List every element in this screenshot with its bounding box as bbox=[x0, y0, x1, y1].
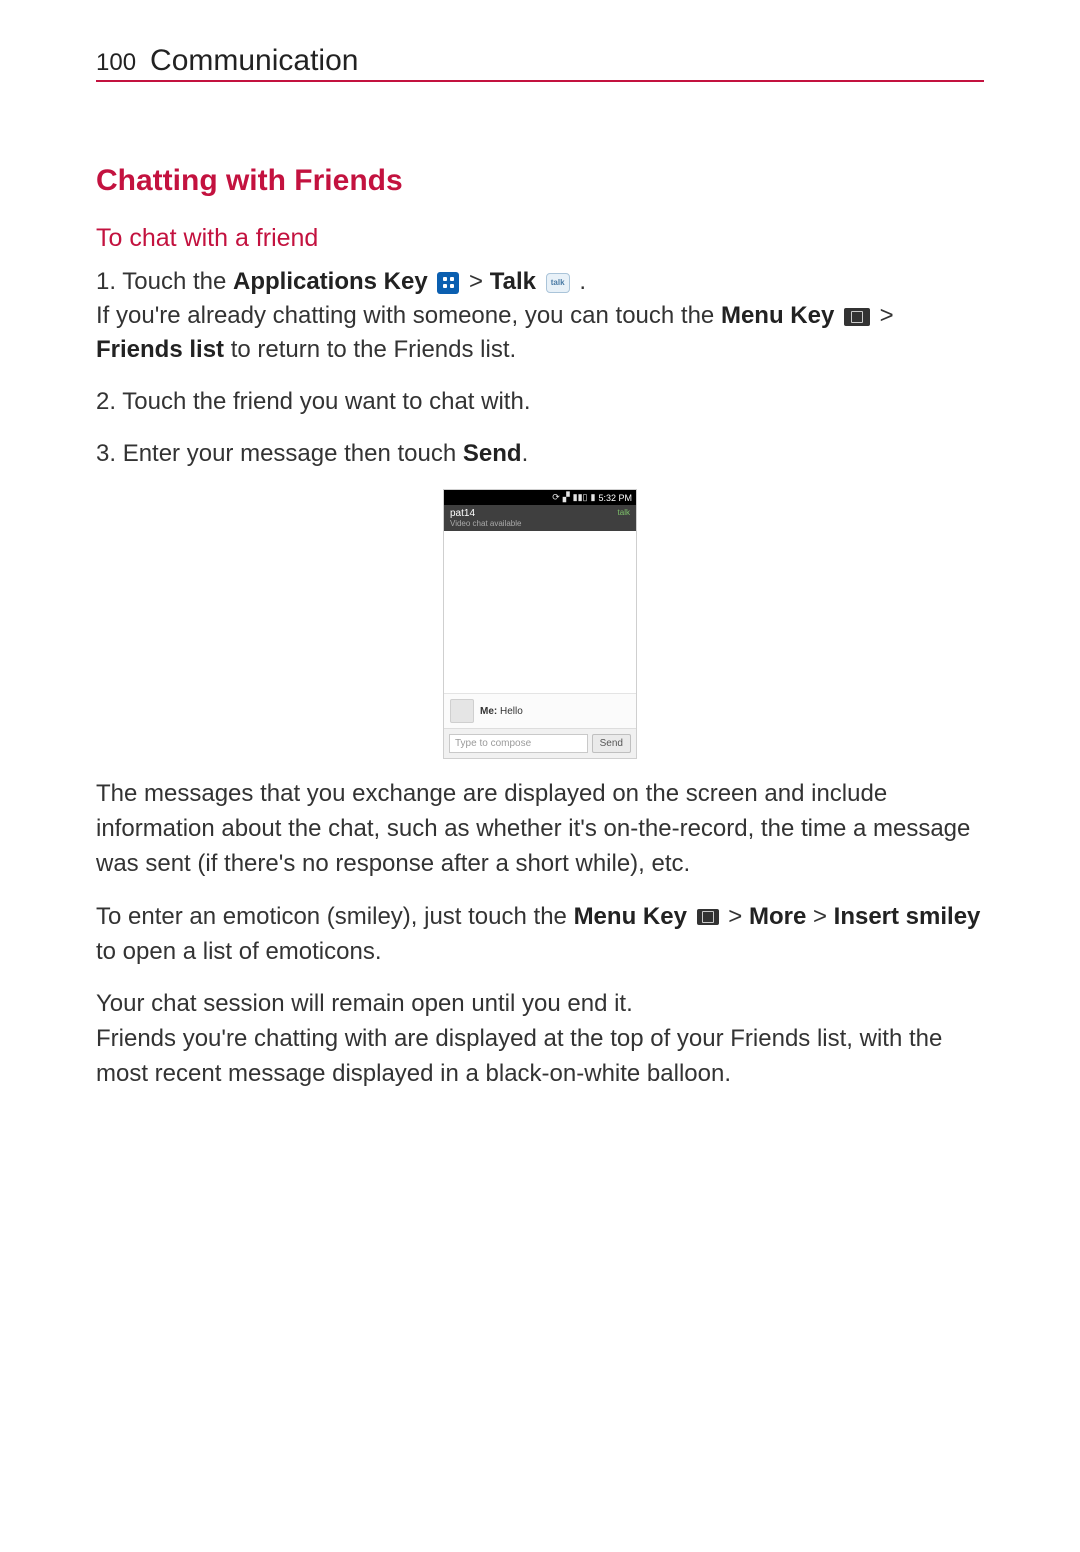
status-time: 5:32 PM bbox=[598, 493, 632, 503]
step-number: 3. bbox=[96, 440, 123, 467]
compose-bar: Type to compose Send bbox=[444, 728, 636, 758]
send-label: Send bbox=[463, 440, 522, 467]
step-1: 1. Touch the Applications Key > Talk tal… bbox=[96, 265, 984, 367]
chat-username: pat14 bbox=[450, 508, 630, 519]
page-section-title: Communication bbox=[150, 44, 358, 78]
send-button[interactable]: Send bbox=[592, 734, 631, 753]
gt-separator: > bbox=[462, 268, 489, 295]
paragraph: To enter an emoticon (smiley), just touc… bbox=[96, 900, 984, 970]
message-author: Me: bbox=[480, 706, 497, 717]
paragraph: The messages that you exchange are displ… bbox=[96, 777, 984, 881]
paragraph-text: Your chat session will remain open until… bbox=[96, 990, 633, 1017]
message-text: Me: Hello bbox=[480, 706, 523, 717]
section-heading: Chatting with Friends bbox=[96, 164, 984, 198]
insert-smiley-label: Insert smiley bbox=[834, 903, 981, 930]
step-text: Touch the friend you want to chat with. bbox=[122, 388, 530, 415]
step-text: to return to the Friends list. bbox=[224, 336, 516, 363]
paragraph: Your chat session will remain open until… bbox=[96, 987, 984, 1091]
menu-key-label: Menu Key bbox=[721, 302, 834, 329]
battery-icon: ▮ bbox=[591, 492, 596, 503]
applications-key-label: Applications Key bbox=[233, 268, 428, 295]
sync-icon: ⟳ bbox=[552, 492, 560, 503]
menu-key-label: Menu Key bbox=[574, 903, 687, 930]
status-bar: ⟳ ▞ ▮▮▯ ▮ 5:32 PM bbox=[444, 490, 636, 505]
applications-key-icon bbox=[437, 272, 459, 294]
talk-label: Talk bbox=[490, 268, 536, 295]
paragraph-text: to open a list of emoticons. bbox=[96, 938, 382, 965]
chat-title-bar: talk pat14 Video chat available bbox=[444, 505, 636, 531]
step-text: If you're already chatting with someone,… bbox=[96, 302, 721, 329]
steps-list: 1. Touch the Applications Key > Talk tal… bbox=[96, 265, 984, 471]
menu-key-icon bbox=[697, 909, 719, 925]
message-row: Me: Hello bbox=[444, 693, 636, 728]
subsection-heading: To chat with a friend bbox=[96, 224, 984, 253]
gt-separator: > bbox=[806, 903, 833, 930]
page-header: 100 Communication bbox=[96, 44, 984, 82]
chat-status: Video chat available bbox=[450, 519, 630, 528]
message-body: Hello bbox=[497, 706, 523, 717]
step-number: 1. bbox=[96, 268, 122, 295]
data-icon: ▞ bbox=[563, 492, 570, 503]
more-label: More bbox=[749, 903, 806, 930]
step-number: 2. bbox=[96, 388, 122, 415]
step-2: 2. Touch the friend you want to chat wit… bbox=[96, 385, 984, 419]
talk-icon: talk bbox=[546, 273, 570, 293]
signal-icon: ▮▮▯ bbox=[573, 492, 588, 503]
friends-list-label: Friends list bbox=[96, 336, 224, 363]
compose-input[interactable]: Type to compose bbox=[449, 734, 588, 753]
step-tail: . bbox=[522, 440, 529, 467]
paragraph-text: To enter an emoticon (smiley), just touc… bbox=[96, 903, 574, 930]
step-text: Touch the bbox=[122, 268, 233, 295]
step-text: Enter your message then touch bbox=[123, 440, 463, 467]
phone-screenshot: ⟳ ▞ ▮▮▯ ▮ 5:32 PM talk pat14 Video chat … bbox=[443, 489, 637, 759]
page-number: 100 bbox=[96, 49, 136, 77]
menu-key-icon bbox=[844, 308, 870, 326]
paragraph-text: Friends you're chatting with are display… bbox=[96, 1025, 942, 1087]
talk-badge: talk bbox=[618, 508, 630, 517]
chat-body bbox=[444, 531, 636, 693]
avatar bbox=[450, 699, 474, 723]
gt-separator: > bbox=[722, 903, 749, 930]
step-tail: . bbox=[573, 268, 586, 295]
manual-page: 100 Communication Chatting with Friends … bbox=[0, 0, 1080, 1552]
step-3: 3. Enter your message then touch Send. bbox=[96, 437, 984, 471]
gt-separator: > bbox=[873, 302, 894, 329]
